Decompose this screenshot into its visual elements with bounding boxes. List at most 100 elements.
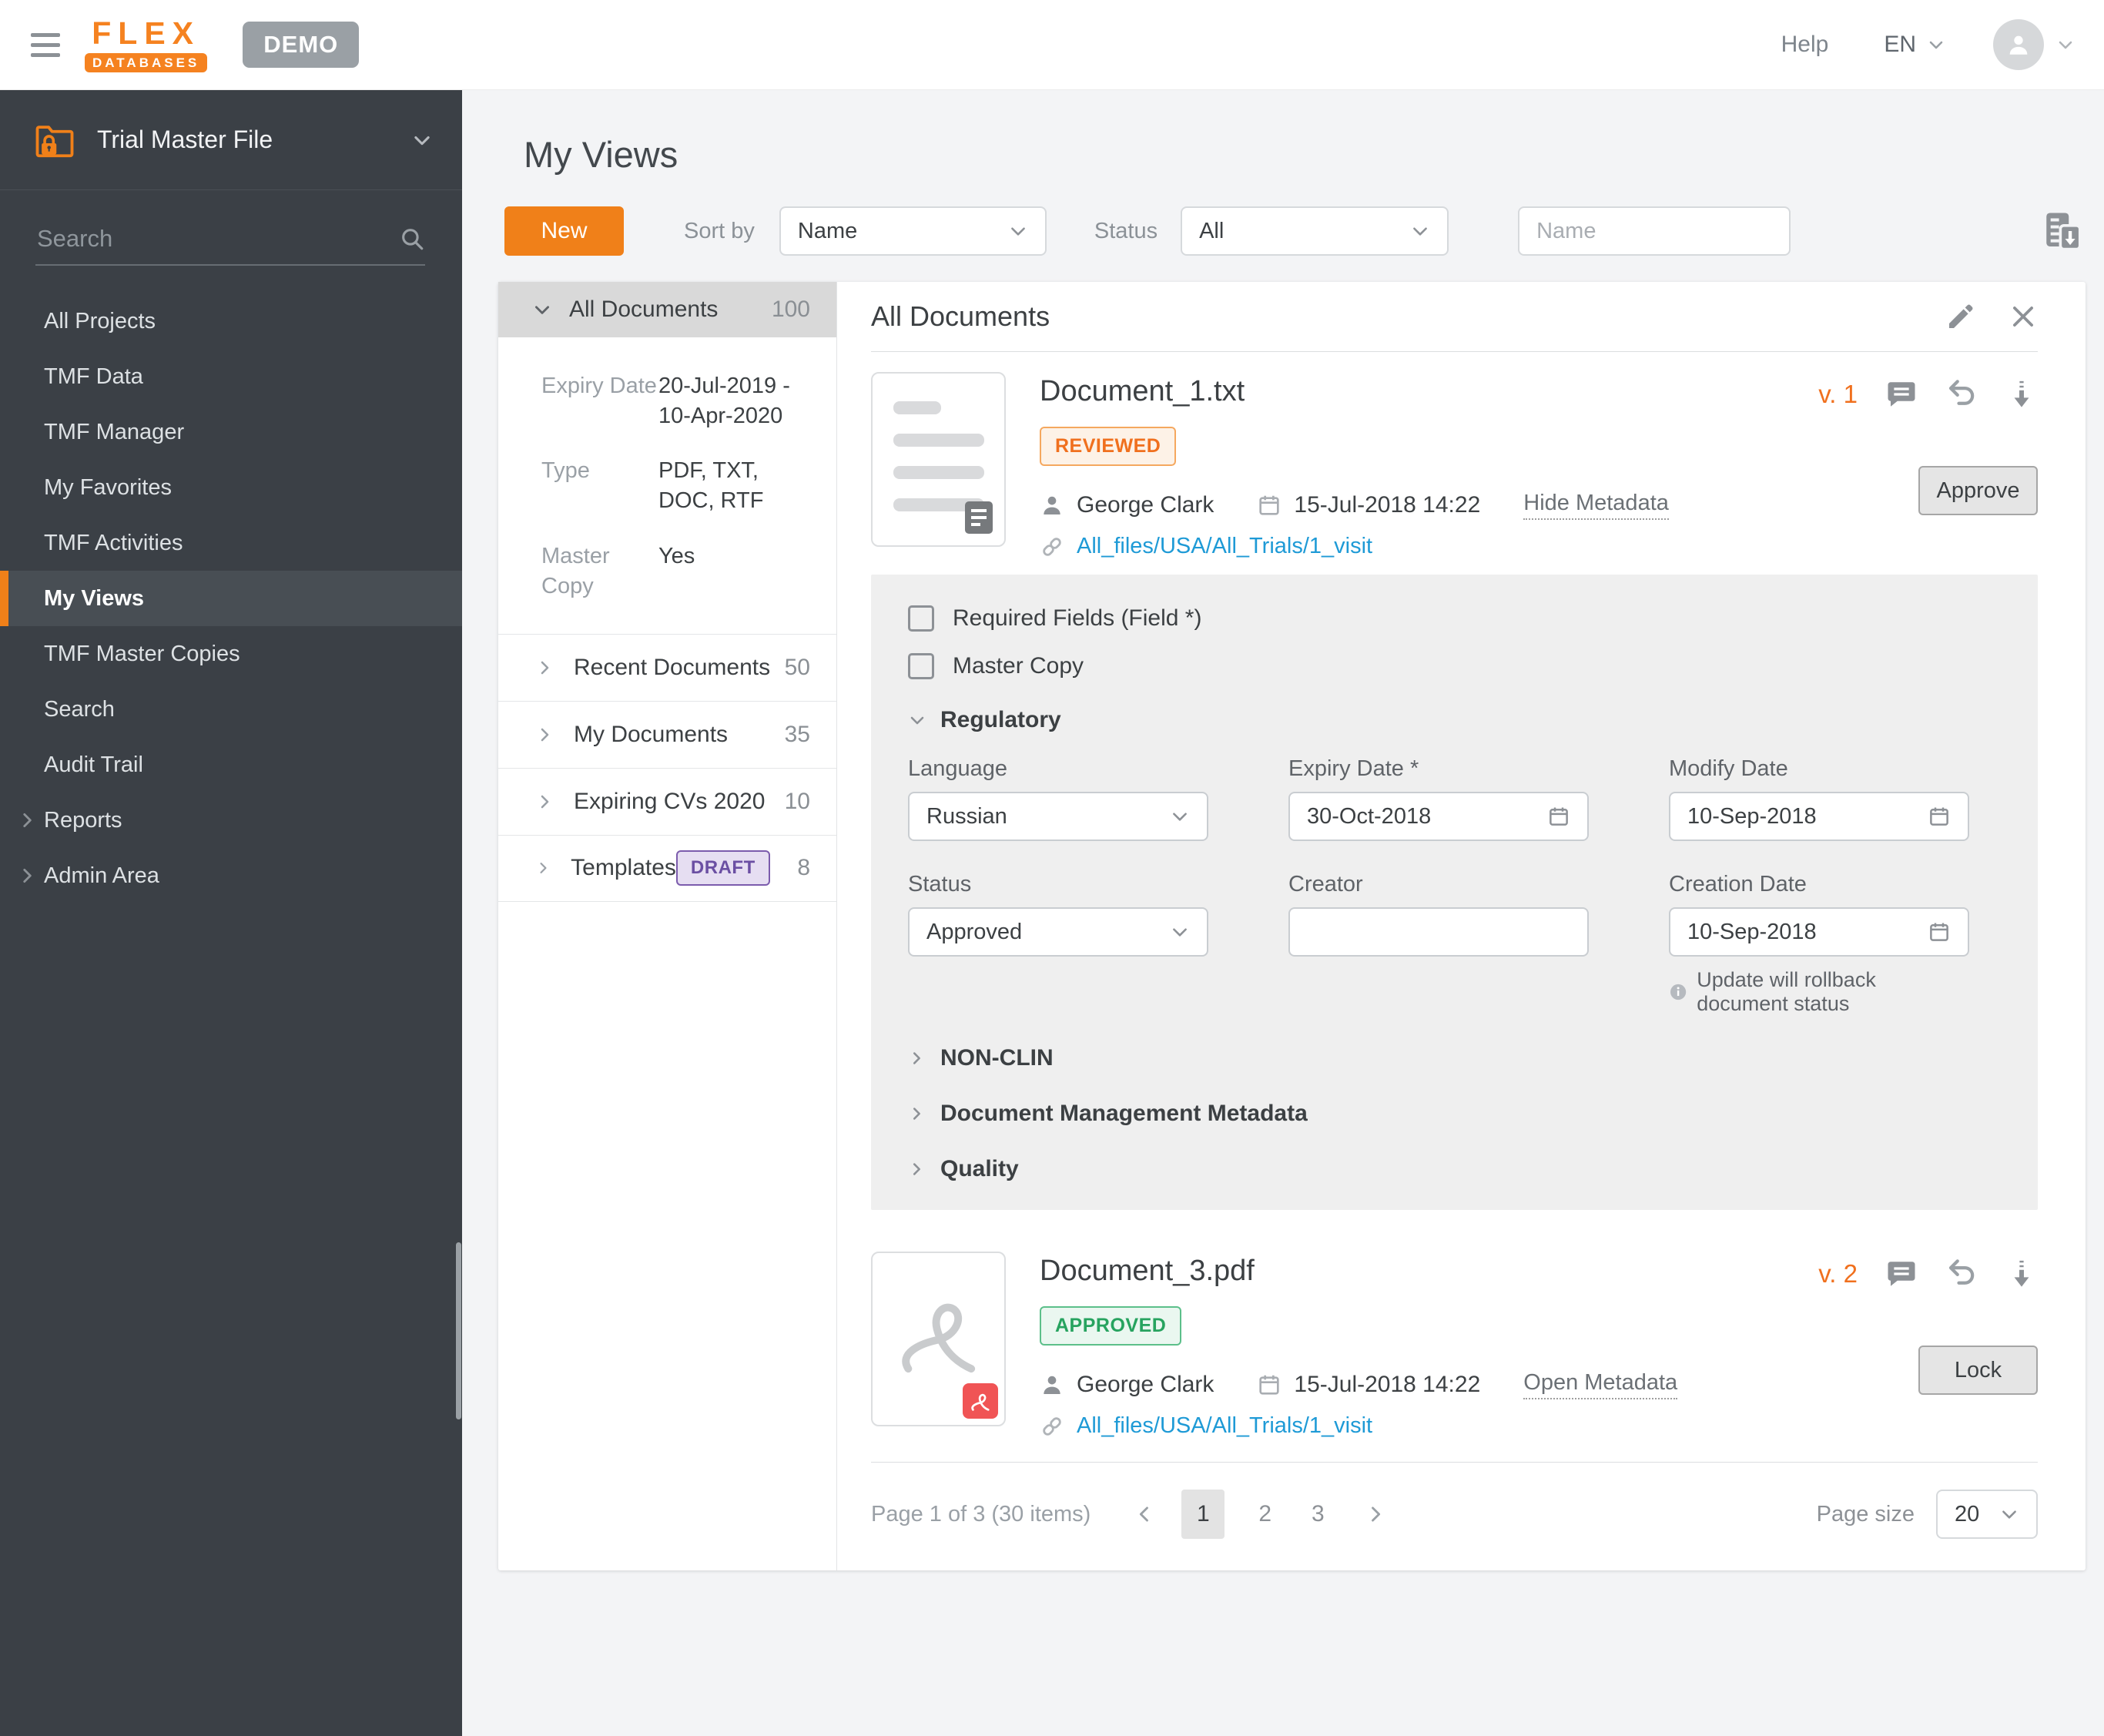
new-button[interactable]: New	[504, 206, 624, 256]
view-count: 100	[771, 297, 810, 322]
logo-text: FLEX	[92, 15, 201, 51]
close-icon[interactable]	[2009, 302, 2038, 331]
chevron-down-icon	[1929, 41, 1943, 49]
rollback-icon[interactable]	[1945, 1258, 1978, 1290]
open-metadata-link[interactable]: Open Metadata	[1523, 1370, 1678, 1399]
checkbox[interactable]	[908, 605, 934, 632]
language-select[interactable]: Russian	[908, 792, 1208, 841]
checkbox[interactable]	[908, 653, 934, 679]
chevron-right-icon	[913, 1163, 920, 1175]
document-thumbnail-pdf[interactable]	[871, 1252, 1006, 1426]
creation-date-input[interactable]: 10-Sep-2018	[1669, 907, 1969, 957]
filter-value: 20-Jul-2019 - 10-Apr-2020	[658, 374, 790, 429]
detail-title: All Documents	[871, 300, 1050, 332]
required-fields-checkbox[interactable]: Required Fields (Field *)	[908, 605, 2001, 632]
status-badge-approved: APPROVED	[1040, 1306, 1182, 1346]
document-path-link[interactable]: All_files/USA/All_Trials/1_visit	[1077, 1413, 1372, 1439]
field-label: Creator	[1288, 872, 1363, 896]
modify-date-input[interactable]: 10-Sep-2018	[1669, 792, 1969, 841]
creator-input[interactable]	[1288, 907, 1589, 957]
chevron-down-icon	[1413, 227, 1427, 236]
export-list-icon[interactable]	[2041, 209, 2086, 253]
link-icon	[1043, 537, 1061, 556]
approve-button[interactable]: Approve	[1918, 466, 2038, 515]
page-button-3[interactable]: 3	[1312, 1501, 1325, 1527]
document-actions: v. 1 Approve	[1784, 372, 2038, 559]
sidebar-search-input[interactable]	[35, 224, 399, 253]
thumb-text-line	[893, 434, 984, 447]
filter-row: Type PDF, TXT, DOC, RTF	[541, 456, 810, 516]
sidebar-item-all-projects[interactable]: All Projects	[0, 293, 462, 349]
sidebar-item-label: Admin Area	[44, 863, 159, 888]
sidebar-item-admin-area[interactable]: Admin Area	[0, 848, 462, 903]
help-link[interactable]: Help	[1781, 32, 1829, 58]
sidebar-item-tmf-manager[interactable]: TMF Manager	[0, 404, 462, 460]
user-menu[interactable]	[1993, 19, 2075, 70]
sidebar-item-tmf-master-copies[interactable]: TMF Master Copies	[0, 626, 462, 682]
document-name[interactable]: Document_1.txt	[1040, 375, 1784, 408]
name-filter-input[interactable]	[1535, 217, 1829, 245]
text-file-icon	[965, 501, 993, 534]
comments-icon[interactable]	[1885, 378, 1918, 411]
sidebar-item-my-views[interactable]: My Views	[0, 571, 462, 626]
status-select-metadata[interactable]: Approved	[908, 907, 1208, 957]
sidebar-item-reports[interactable]: Reports	[0, 793, 462, 848]
module-switcher[interactable]: Trial Master File	[0, 90, 462, 190]
thumb-text-line	[893, 466, 984, 479]
view-my-documents[interactable]: My Documents 35	[498, 700, 836, 768]
view-label: Expiring CVs 2020	[574, 788, 766, 814]
acrobat-mini-glyph	[971, 1393, 990, 1411]
status-select[interactable]: All	[1181, 206, 1449, 256]
pdf-badge	[963, 1383, 998, 1419]
master-copy-checkbox[interactable]: Master Copy	[908, 653, 2001, 679]
rollback-icon[interactable]	[1945, 378, 1978, 411]
calendar-icon[interactable]	[1547, 805, 1570, 828]
expiry-date-input[interactable]: 30-Oct-2018	[1288, 792, 1589, 841]
status-badge-reviewed: REVIEWED	[1040, 427, 1177, 466]
document-thumbnail-txt[interactable]	[871, 372, 1006, 547]
prev-page-button[interactable]	[1134, 1503, 1155, 1525]
edit-pencil-icon[interactable]	[1945, 301, 1976, 332]
next-page-button[interactable]	[1365, 1503, 1386, 1525]
calendar-icon[interactable]	[1928, 805, 1951, 828]
main-content: My Views New Sort by Name Status All Nam…	[462, 90, 2104, 1736]
search-icon[interactable]	[399, 226, 425, 252]
sidebar-item-tmf-data[interactable]: TMF Data	[0, 349, 462, 404]
view-expiring-cvs[interactable]: Expiring CVs 2020 10	[498, 767, 836, 835]
filter-label: Master Copy	[541, 543, 610, 598]
document-name[interactable]: Document_3.pdf	[1040, 1255, 1784, 1288]
download-icon[interactable]	[2005, 378, 2038, 411]
comments-icon[interactable]	[1885, 1258, 1918, 1290]
sidebar-item-label: TMF Manager	[44, 419, 185, 444]
page-button-2[interactable]: 2	[1258, 1501, 1271, 1527]
view-all-documents-header[interactable]: All Documents 100	[498, 282, 836, 337]
section-quality[interactable]: Quality	[908, 1156, 2001, 1182]
view-recent-documents[interactable]: Recent Documents 50	[498, 633, 836, 701]
hamburger-menu-icon[interactable]	[31, 27, 60, 63]
page-button-1[interactable]: 1	[1181, 1490, 1225, 1539]
sidebar-item-search[interactable]: Search	[0, 682, 462, 737]
person-icon	[1044, 1376, 1060, 1394]
section-document-management-metadata[interactable]: Document Management Metadata	[908, 1101, 2001, 1127]
view-templates[interactable]: Templates DRAFT 8	[498, 834, 836, 902]
thumb-text-line	[893, 401, 941, 414]
calendar-icon[interactable]	[1928, 920, 1951, 943]
sidebar-item-audit-trail[interactable]: Audit Trail	[0, 737, 462, 793]
sort-by-select[interactable]: Name	[779, 206, 1047, 256]
lock-button[interactable]: Lock	[1918, 1346, 2038, 1395]
top-header: FLEX DATABASES DEMO Help EN	[0, 0, 2104, 90]
sidebar-item-my-favorites[interactable]: My Favorites	[0, 460, 462, 515]
hide-metadata-link[interactable]: Hide Metadata	[1523, 491, 1669, 520]
chevron-down-icon	[1173, 928, 1187, 937]
section-non-clin[interactable]: NON-CLIN	[908, 1045, 2001, 1071]
document-path-link[interactable]: All_files/USA/All_Trials/1_visit	[1077, 534, 1372, 559]
page-size-select[interactable]: 20	[1936, 1490, 2038, 1539]
metadata-panel: Required Fields (Field *) Master Copy Re…	[871, 575, 2038, 1210]
sidebar-scrollbar[interactable]	[456, 1242, 461, 1419]
field-label: Language	[908, 756, 1008, 781]
download-icon[interactable]	[2005, 1258, 2038, 1290]
language-selector[interactable]: EN	[1884, 32, 1945, 58]
sidebar-item-tmf-activities[interactable]: TMF Activities	[0, 515, 462, 571]
section-regulatory[interactable]: Regulatory	[908, 707, 2001, 733]
view-count: 50	[784, 654, 810, 680]
